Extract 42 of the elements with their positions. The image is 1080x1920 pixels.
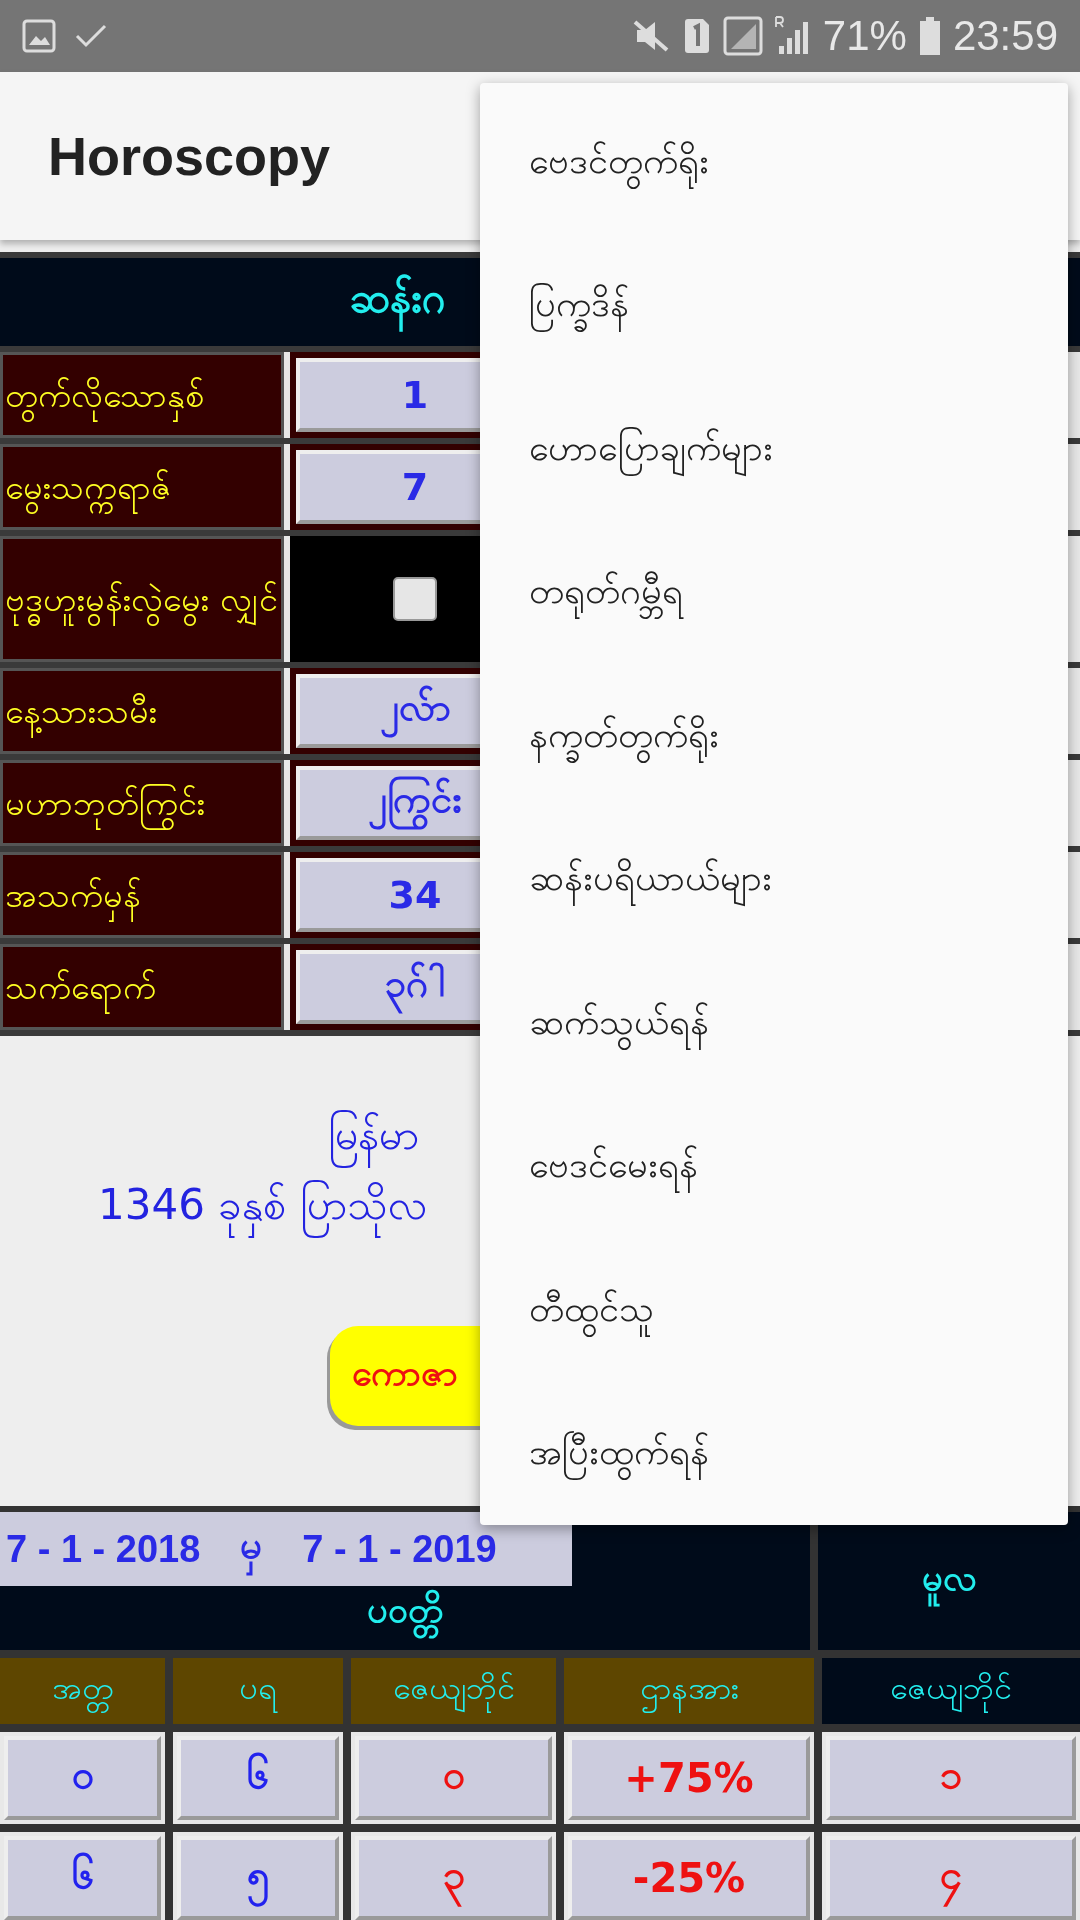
table-title: ဆန်းဂ <box>350 271 445 333</box>
column-header: အတ္တ <box>0 1658 165 1724</box>
table-cell: -25% <box>568 1836 810 1920</box>
row-label: အသက်မှန် <box>0 852 284 938</box>
date-range: 7 - 1 - 2018 မှ 7 - 1 - 2019 <box>0 1512 572 1586</box>
clock: 23:59 <box>952 12 1058 60</box>
signal-icon <box>774 16 811 56</box>
menu-item[interactable]: ဗေဒင်မေးရန် <box>480 1096 1068 1240</box>
column-header: ဇေယျဘိုင် <box>351 1658 556 1724</box>
table-cell: ၆ <box>177 1736 339 1820</box>
signal-icon <box>722 16 763 56</box>
row-label: ဗုဒ္ဓဟူးမွန်းလွဲမွေး လျှင် <box>0 536 284 662</box>
group-title: မူလ <box>921 1554 977 1608</box>
row-label: နေ့သားသမီး <box>0 668 284 754</box>
table-cell: ၀ <box>355 1736 552 1820</box>
sim-icon <box>682 18 711 54</box>
battery-icon <box>918 17 941 55</box>
table-cell: ၁ <box>826 1736 1076 1820</box>
table-cell: ၅ <box>177 1836 339 1920</box>
row-label: တွက်လိုသောနှစ် <box>0 352 284 438</box>
table-cell: ၀ <box>4 1736 161 1820</box>
menu-item[interactable]: တရုတ်ဂမ္ဘီရ <box>480 522 1068 666</box>
column-header: ဌာနအား <box>564 1658 814 1724</box>
check-icon <box>74 22 108 50</box>
menu-item[interactable]: ဗေဒင်တွက်ရိုး <box>480 92 1068 236</box>
row-label: မဟာဘုတ်ကြွင်း <box>0 760 284 846</box>
row-label: မွေးသက္ကရာဇ် <box>0 444 284 530</box>
table-cell: +75% <box>568 1736 810 1820</box>
image-icon <box>22 19 56 53</box>
table-cell: ၄ <box>826 1836 1076 1920</box>
column-header: ပရ <box>173 1658 343 1724</box>
battery-percent: 71% <box>822 12 907 60</box>
checkbox[interactable] <box>393 577 437 621</box>
info-text: 1346 ခုနှစ် ပြာသိုလ <box>98 1178 427 1240</box>
row-label: သက်ရောက် <box>0 944 284 1030</box>
info-text: မြန်မာ <box>328 1108 419 1170</box>
group-title: ပဝတ္တိ <box>0 1586 810 1640</box>
app-title: Horoscopy <box>48 125 331 187</box>
table-cell: ၃ <box>355 1836 552 1920</box>
column-header: ဇေယျဘိုင် <box>822 1658 1080 1724</box>
menu-item[interactable]: တီထွင်သူ <box>480 1240 1068 1384</box>
table-cell: ၆ <box>4 1836 161 1920</box>
